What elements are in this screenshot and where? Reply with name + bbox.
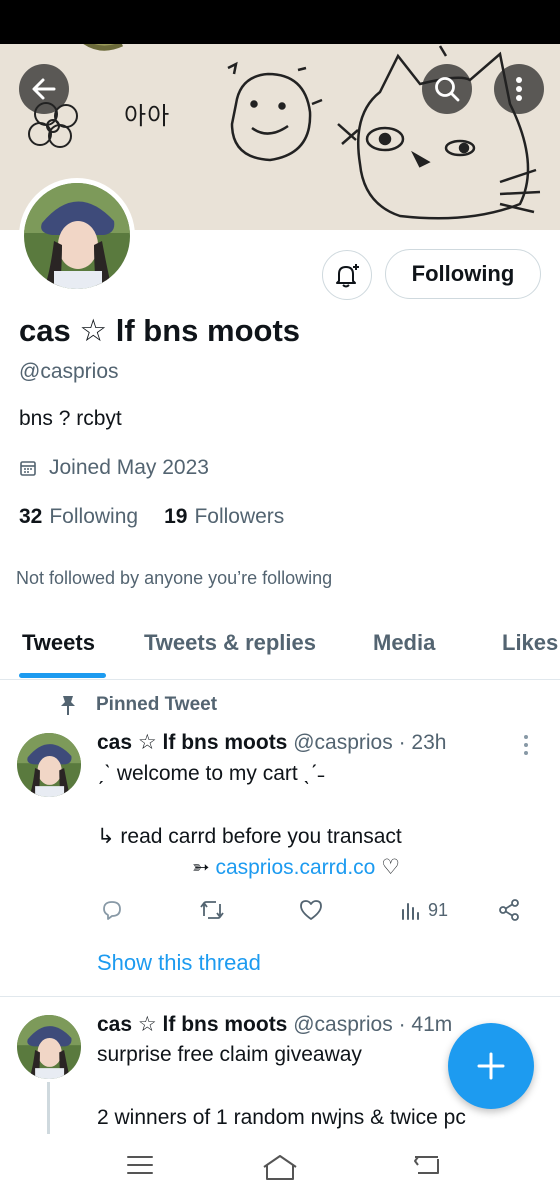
pinned-label-text: Pinned Tweet [96,694,218,715]
display-name: cas ☆ lf bns moots [19,313,301,348]
like-button[interactable] [298,898,324,922]
avatar-photo [17,1015,81,1079]
tab-tweets-replies[interactable]: Tweets & replies [144,630,316,656]
tweet-divider [0,996,560,997]
back-arrow-icon [32,78,56,100]
calendar-icon [20,461,36,476]
tweet-text-line: 2 winners of 1 random nwjns & twice pc [97,1106,466,1129]
follow-counts: 32 Following 19 Followers [19,505,310,529]
more-options-button[interactable] [494,64,544,114]
tweet-more-icon[interactable] [522,733,530,757]
following-count-link[interactable]: 32 Following [19,505,138,529]
share-icon [499,899,519,921]
search-button[interactable] [422,64,472,114]
status-bar [0,0,560,44]
tweet-link-line: ➳ casprios.carrd.co ♡ [192,855,400,880]
carrd-link[interactable]: casprios.carrd.co [215,856,375,879]
views-icon [402,903,419,920]
tweet-actions: 91 [0,898,560,928]
tweet-link-prefix: ➳ [192,856,210,879]
home-icon[interactable] [261,1153,299,1181]
profile-tabs: Tweets Tweets & replies Media Likes [0,612,560,680]
like-icon [300,900,322,920]
tweet-link-suffix: ♡ [381,856,401,879]
tab-likes[interactable]: Likes [502,630,558,656]
tweet-text-line: surprise free claim giveaway [97,1043,362,1066]
tweet-avatar[interactable] [17,1015,81,1079]
tweet-author-name[interactable]: cas ☆ lf bns moots [97,1013,287,1036]
menu-icon[interactable] [126,1153,154,1177]
tweet-header: cas ☆ lf bns moots @casprios · 23h [97,730,446,755]
views-button[interactable]: 91 [400,898,448,922]
reply-icon [103,901,121,920]
followers-count: 19 [164,505,188,528]
thread-connector [47,1082,50,1134]
pin-icon [61,696,75,715]
share-button[interactable] [497,898,521,922]
joined-text: Joined May 2023 [49,456,209,479]
bell-plus-icon [336,264,359,288]
system-nav-bar [0,1138,560,1200]
tab-media[interactable]: Media [373,630,435,656]
search-icon [435,77,460,102]
following-label: Following [49,505,139,528]
profile-avatar[interactable] [19,178,135,294]
tweet-avatar[interactable] [17,733,81,797]
notifications-button[interactable] [322,250,372,300]
plus-icon [477,1052,505,1080]
retweet-icon [200,901,224,919]
views-count: 91 [428,899,449,920]
retweet-button[interactable] [198,898,226,922]
more-vertical-icon [516,77,522,101]
tweet-author-name[interactable]: cas ☆ lf bns moots [97,731,287,754]
avatar-photo [24,183,130,289]
avatar-photo [17,733,81,797]
following-count: 32 [19,505,43,528]
tweet-meta: @casprios · 23h [293,731,447,754]
not-followed-note: Not followed by anyone you’re following [16,568,333,588]
show-thread-link[interactable]: Show this thread [97,950,261,976]
profile-bio: bns ? rcbyt [19,407,122,430]
back-nav-icon[interactable] [412,1153,442,1177]
back-button[interactable] [19,64,69,114]
tweet-text-line: ˏˋ welcome to my cart ˎˊ˗ [97,762,325,785]
tweet-text-line: ↳ read carrd before you transact [97,825,402,848]
following-button[interactable]: Following [385,249,541,299]
active-tab-indicator [19,673,106,678]
profile-handle: @casprios [19,360,119,383]
banner-doodle-text: 아아 [124,102,171,130]
compose-tweet-button[interactable] [448,1023,534,1109]
tweet-meta: @casprios · 41m [293,1013,453,1036]
reply-button[interactable] [100,898,124,922]
joined-date: Joined May 2023 [19,456,209,480]
tab-tweets[interactable]: Tweets [22,630,95,656]
pinned-tweet-label: Pinned Tweet [58,694,217,716]
followers-label: Followers [194,505,285,528]
followers-count-link[interactable]: 19 Followers [164,505,284,529]
tweet-header: cas ☆ lf bns moots @casprios · 41m [97,1012,452,1037]
